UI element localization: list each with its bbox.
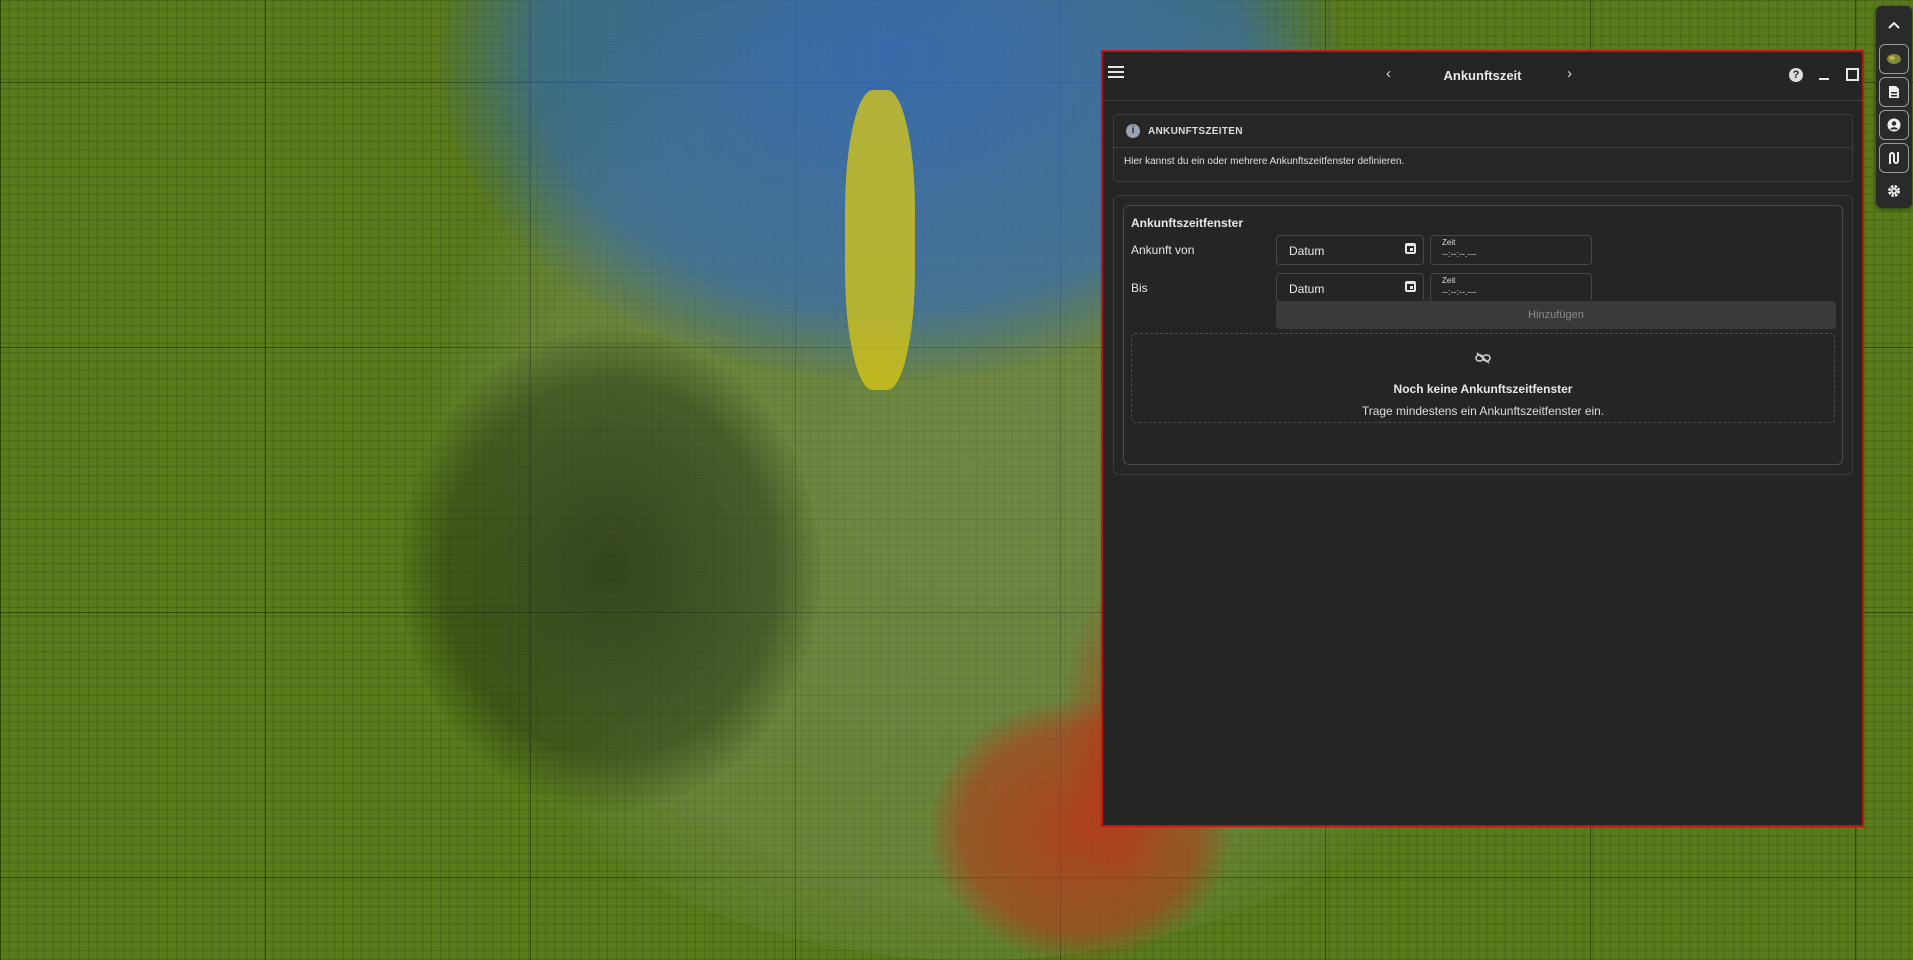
until-label: Bis bbox=[1131, 281, 1148, 295]
link-off-icon bbox=[1472, 352, 1494, 364]
map-terrain-dark bbox=[400, 330, 820, 810]
time-placeholder: --:--:--.--- bbox=[1442, 287, 1477, 297]
arrival-time-window: ‹ Ankunftszeit › ? i ANKUNFTSZEITEN Hier… bbox=[1101, 50, 1864, 827]
form-card: Ankunftszeitfenster Ankunft von Datum Ze… bbox=[1113, 195, 1853, 475]
info-text: Hier kannst du ein oder mehrere Ankunfts… bbox=[1124, 156, 1405, 167]
section-title: Ankunftszeitfenster bbox=[1131, 216, 1244, 230]
empty-state: Noch keine Ankunftszeitfenster Trage min… bbox=[1131, 333, 1835, 423]
arrival-window-form: Ankunftszeitfenster Ankunft von Datum Ze… bbox=[1123, 205, 1843, 465]
info-icon: i bbox=[1126, 124, 1140, 138]
window-header: ‹ Ankunftszeit › ? bbox=[1103, 52, 1862, 101]
time-label: Zeit bbox=[1442, 238, 1456, 247]
window-title: Ankunftszeit bbox=[1443, 68, 1522, 83]
side-toolbar bbox=[1876, 6, 1912, 208]
time-label: Zeit bbox=[1442, 276, 1456, 285]
empty-state-title: Noch keine Ankunftszeitfenster bbox=[1393, 382, 1573, 396]
calendar-icon[interactable] bbox=[1405, 243, 1416, 254]
info-card-header: i ANKUNFTSZEITEN bbox=[1114, 115, 1852, 148]
route-icon[interactable] bbox=[1879, 143, 1909, 173]
date-placeholder: Datum bbox=[1289, 282, 1325, 296]
arrival-from-date-field[interactable]: Datum bbox=[1276, 235, 1424, 265]
gear-icon[interactable] bbox=[1879, 176, 1909, 206]
map-icon[interactable] bbox=[1879, 44, 1909, 74]
arrival-from-label: Ankunft von bbox=[1131, 243, 1195, 257]
empty-state-text: Trage mindestens ein Ankunftszeitfenster… bbox=[1361, 404, 1605, 418]
until-time-field[interactable]: Zeit --:--:--.--- bbox=[1430, 273, 1592, 303]
date-placeholder: Datum bbox=[1289, 244, 1325, 258]
time-placeholder: --:--:--.--- bbox=[1442, 249, 1477, 259]
user-icon[interactable] bbox=[1879, 110, 1909, 140]
document-icon[interactable] bbox=[1879, 77, 1909, 107]
arrival-from-time-field[interactable]: Zeit --:--:--.--- bbox=[1430, 235, 1592, 265]
info-title: ANKUNFTSZEITEN bbox=[1148, 125, 1243, 137]
calendar-icon[interactable] bbox=[1405, 281, 1416, 292]
add-button[interactable]: Hinzufügen bbox=[1276, 301, 1836, 329]
map-terrain-yellow bbox=[845, 90, 915, 390]
next-chevron-icon[interactable]: › bbox=[1567, 65, 1572, 82]
minimize-icon[interactable] bbox=[1819, 78, 1829, 80]
info-card: i ANKUNFTSZEITEN Hier kannst du ein oder… bbox=[1113, 114, 1853, 182]
chevron-up-icon[interactable] bbox=[1879, 10, 1909, 40]
until-date-field[interactable]: Datum bbox=[1276, 273, 1424, 303]
help-icon[interactable]: ? bbox=[1789, 68, 1803, 82]
maximize-icon[interactable] bbox=[1846, 68, 1859, 81]
